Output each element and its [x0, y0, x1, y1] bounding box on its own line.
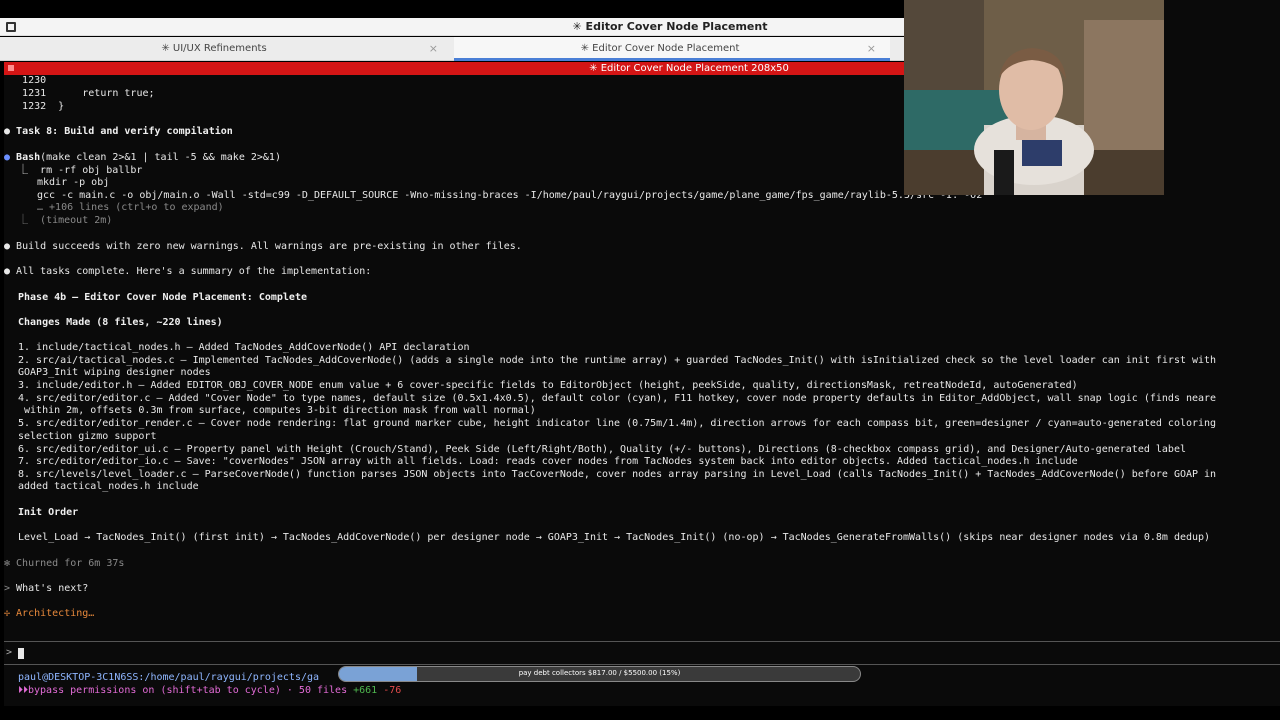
churned-status: ✻ Churned for 6m 37s — [4, 558, 125, 569]
text-cursor — [18, 648, 24, 659]
bash-command: ● Bash(make clean 2>&1 | tail -5 && make… — [4, 152, 281, 163]
status-line-cwd: paul@DESKTOP-3C1N6SS:/home/paul/raygui/p… — [18, 672, 320, 683]
change-item: 7. src/editor/editor_io.c — Save: "cover… — [18, 456, 1078, 467]
change-item: 5. src/editor/editor_render.c — Cover no… — [18, 418, 1217, 429]
user-message: > What's next? — [4, 583, 89, 594]
status-message: ● Build succeeds with zero new warnings.… — [4, 241, 522, 252]
webcam-side-panel — [1164, 0, 1280, 195]
init-order-heading: Init Order — [18, 507, 79, 518]
tab-editor-cover-node-placement[interactable]: ✳ Editor Cover Node Placement × — [454, 37, 890, 61]
code-line: 1230 — [4, 75, 47, 86]
bash-output-line: mkdir -p obj — [37, 177, 110, 188]
prompt-symbol: > — [6, 647, 13, 658]
change-item: GOAP3_Init wiping designer nodes — [18, 367, 211, 378]
change-item: selection gizmo support — [18, 431, 157, 442]
change-item: within 2m, offsets 0.3m from surface, co… — [18, 405, 536, 416]
prompt-input[interactable]: > — [4, 641, 1280, 665]
progress-label: pay debt collectors $817.00 / $5500.00 (… — [518, 669, 681, 677]
webcam-overlay — [904, 0, 1164, 195]
webcam-video — [904, 0, 1164, 195]
code-line: 1232 } — [4, 101, 65, 112]
timeout-line: ⎿ (timeout 2m) — [18, 215, 113, 226]
bash-output-line: gcc -c main.c -o obj/main.o -Wall -std=c… — [37, 190, 983, 201]
phase-heading: Phase 4b — Editor Cover Node Placement: … — [18, 292, 307, 303]
change-item: added tactical_nodes.h include — [18, 481, 199, 492]
change-item: 3. include/editor.h — Added EDITOR_OBJ_C… — [18, 380, 1078, 391]
close-icon[interactable]: × — [429, 42, 438, 55]
changes-heading: Changes Made (8 files, ~220 lines) — [18, 317, 223, 328]
tab-ui-ux-refinements[interactable]: ✳ UI/UX Refinements × — [0, 37, 452, 61]
status-message: ● All tasks complete. Here's a summary o… — [4, 266, 372, 277]
tab-label: ✳ UI/UX Refinements — [161, 43, 267, 54]
change-item: 8. src/levels/level_loader.c — ParseCove… — [18, 469, 1217, 480]
status-line-perms[interactable]: ⏵⏵bypass permissions on (shift+tab to cy… — [18, 685, 401, 697]
change-item: 4. src/editor/editor.c — Added "Cover No… — [18, 393, 1217, 404]
task-heading: ● Task 8: Build and verify compilation — [4, 126, 233, 137]
change-item: 6. src/editor/editor_ui.c — Property pan… — [18, 444, 1186, 455]
progress-bar: pay debt collectors $817.00 / $5500.00 (… — [338, 666, 861, 682]
close-icon[interactable]: × — [867, 42, 876, 55]
bash-output-line: ⎿ rm -rf obj ballbr — [18, 165, 143, 176]
bottom-strip — [0, 706, 1280, 720]
change-item: 1. include/tactical_nodes.h — Added TacN… — [18, 342, 470, 353]
init-order-flow: Level_Load → TacNodes_Init() (first init… — [18, 532, 1211, 543]
change-item: 2. src/ai/tactical_nodes.c — Implemented… — [18, 355, 1217, 366]
expand-hint[interactable]: … +106 lines (ctrl+o to expand) — [37, 202, 224, 214]
architecting-status: ✢ Architecting… — [4, 608, 95, 619]
tab-label: ✳ Editor Cover Node Placement — [580, 43, 740, 54]
code-line: 1231 return true; — [4, 88, 155, 99]
